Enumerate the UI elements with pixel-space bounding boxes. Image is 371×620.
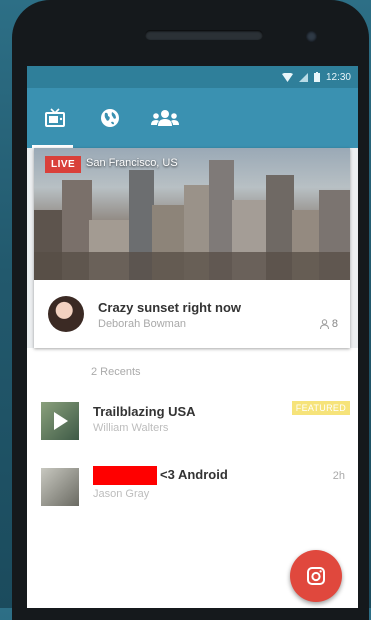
featured-badge: FEATURED	[291, 401, 350, 415]
recents-header: 2 Recents	[27, 348, 358, 396]
tab-people[interactable]	[151, 104, 179, 132]
status-time: 12:30	[325, 71, 351, 83]
redaction-block	[93, 466, 157, 485]
recent-thumbnail	[41, 468, 79, 506]
live-badge: LIVE	[45, 156, 82, 173]
live-stream-info: Crazy sunset right now Deborah Bowman 8	[34, 280, 350, 348]
recent-item[interactable]: Trailblazing USA William Walters FEATURE…	[27, 396, 358, 462]
recent-title: <3 Android	[160, 466, 228, 482]
recent-item[interactable]: <3 Android Jason Gray 2h	[27, 462, 358, 528]
live-section: LIVE San Francisco, US Crazy sunset righ…	[27, 148, 358, 348]
streamer-name: Deborah Bowman	[98, 318, 187, 330]
status-bar: 12:30	[27, 66, 358, 88]
recent-title: Trailblazing USA	[93, 404, 196, 419]
recent-time: 2h	[332, 470, 345, 482]
camera-icon	[307, 567, 325, 585]
live-stream-card[interactable]: LIVE San Francisco, US Crazy sunset righ…	[34, 148, 350, 348]
battery-icon	[313, 72, 320, 82]
person-icon	[319, 319, 329, 329]
tv-icon	[45, 108, 65, 127]
streamer-avatar	[48, 296, 84, 332]
viewer-count: 8	[319, 318, 338, 330]
live-stream-preview[interactable]: LIVE San Francisco, US	[34, 148, 350, 280]
recent-author: William Walters	[93, 422, 169, 434]
viewer-count-value: 8	[331, 318, 338, 330]
globe-icon	[101, 109, 119, 127]
people-icon	[151, 110, 179, 126]
front-camera	[306, 31, 317, 42]
signal-icon	[298, 72, 308, 82]
stream-title: Crazy sunset right now	[98, 300, 242, 315]
recent-author: Jason Gray	[93, 488, 150, 500]
recent-title-row: <3 Android	[93, 466, 228, 485]
tab-bar	[27, 88, 358, 148]
play-icon	[54, 412, 68, 430]
tab-live[interactable]	[41, 104, 69, 132]
wifi-icon	[281, 72, 293, 82]
earpiece-speaker	[145, 30, 263, 40]
phone-screen: 12:30 LIVE San Francisco, US Crazy sunse…	[27, 66, 358, 608]
camera-fab-button[interactable]	[290, 550, 342, 602]
live-location: San Francisco, US	[86, 157, 178, 169]
tab-global[interactable]	[96, 104, 124, 132]
recent-thumbnail	[41, 402, 79, 440]
